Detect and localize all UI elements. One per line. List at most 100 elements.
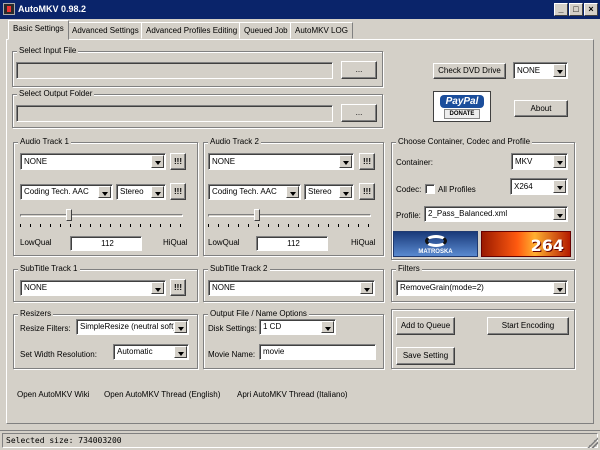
audio1-low-label: LowQual (20, 238, 52, 247)
subtitle1-select[interactable]: NONE (20, 280, 166, 296)
tab-advanced-profiles-editing[interactable]: Advanced Profiles Editing (141, 22, 243, 39)
audio2-slider-ticks (208, 224, 371, 227)
codec-select[interactable]: X264 (510, 178, 568, 195)
width-resolution-select[interactable]: Automatic (113, 344, 189, 360)
maximize-button[interactable]: □ (569, 3, 583, 16)
paypal-donate-button[interactable]: PayPal DONATE (433, 91, 491, 122)
tab-queued-job[interactable]: Queued Job (239, 22, 293, 39)
container-select[interactable]: MKV (511, 153, 568, 170)
movie-name-label: Movie Name: (208, 350, 256, 359)
audio2-track-options-button[interactable]: !!! (359, 153, 375, 170)
audio2-quality-slider-thumb[interactable] (253, 209, 260, 221)
dvd-drive-select[interactable]: NONE (513, 62, 568, 79)
close-button[interactable]: × (584, 3, 598, 16)
tab-automkv-log[interactable]: AutoMKV LOG (290, 22, 353, 39)
chevron-down-icon[interactable] (98, 186, 111, 198)
tab-basic-settings[interactable]: Basic Settings (8, 20, 69, 40)
dvd-drive-value: NONE (517, 66, 541, 75)
resizers-legend: Resizers (18, 309, 54, 319)
profile-select[interactable]: 2_Pass_Balanced.xml (424, 206, 568, 222)
audio-track-1-legend: Audio Track 1 (18, 137, 71, 147)
container-value: MKV (515, 157, 533, 166)
chevron-down-icon[interactable] (360, 282, 373, 294)
status-text: Selected size: 734003200 (2, 433, 598, 448)
chevron-down-icon[interactable] (553, 155, 566, 168)
open-thread-english-link[interactable]: Open AutoMKV Thread (English) (104, 390, 220, 399)
all-profiles-checkbox[interactable] (425, 184, 435, 194)
chevron-down-icon[interactable] (553, 208, 566, 220)
profile-value: 2_Pass_Balanced.xml (428, 209, 508, 218)
tab-advanced-settings[interactable]: Advanced Settings (67, 22, 144, 39)
chevron-down-icon[interactable] (151, 186, 164, 198)
subtitle1-options-button[interactable]: !!! (170, 279, 186, 296)
movie-name-input[interactable]: movie (259, 344, 376, 360)
width-resolution-label: Set Width Resolution: (20, 350, 97, 359)
minimize-button[interactable]: _ (554, 3, 568, 16)
audio2-high-label: HiQual (351, 238, 376, 247)
codec-label: Codec: (396, 185, 422, 194)
audio2-codec-options-button[interactable]: !!! (359, 183, 375, 200)
input-file-legend: Select Input File (17, 46, 79, 56)
audio1-track-value: NONE (24, 157, 48, 166)
audio2-track-select[interactable]: NONE (208, 153, 354, 170)
audio-track-2-legend: Audio Track 2 (208, 137, 261, 147)
resize-filter-select[interactable]: SimpleResize (neutral soft) (76, 319, 189, 335)
audio2-channels-select[interactable]: Stereo (304, 184, 354, 200)
disk-settings-label: Disk Settings: (208, 324, 257, 333)
filters-value: RemoveGrain(mode=2) (400, 283, 484, 292)
input-browse-button[interactable]: ... (341, 61, 377, 79)
output-browse-button[interactable]: ... (341, 104, 377, 122)
codec-value: X264 (514, 182, 533, 191)
start-encoding-button[interactable]: Start Encoding (487, 317, 569, 335)
app-icon (3, 3, 15, 15)
resize-filter-label: Resize Filters: (20, 324, 71, 333)
audio1-codec-value: Coding Tech. AAC (24, 187, 89, 196)
open-thread-italiano-link[interactable]: Apri AutoMKV Thread (Italiano) (237, 390, 348, 399)
output-folder-field[interactable] (16, 105, 333, 122)
audio1-channels-select[interactable]: Stereo (116, 184, 166, 200)
chevron-down-icon[interactable] (286, 186, 299, 198)
app-window: AutoMKV 0.98.2 _ □ × Basic Settings Adva… (0, 0, 600, 450)
chevron-down-icon[interactable] (553, 64, 566, 77)
audio2-quality-slider-track[interactable] (208, 214, 371, 217)
chevron-down-icon[interactable] (339, 186, 352, 198)
subtitle2-select[interactable]: NONE (208, 280, 375, 296)
resize-grip-icon[interactable] (587, 437, 598, 448)
audio2-codec-select[interactable]: Coding Tech. AAC (208, 184, 301, 200)
check-dvd-button[interactable]: Check DVD Drive (433, 63, 506, 79)
audio2-quality-input[interactable]: 112 (256, 236, 328, 251)
chevron-down-icon[interactable] (339, 155, 352, 168)
audio2-track-value: NONE (212, 157, 236, 166)
audio1-quality-input[interactable]: 112 (70, 236, 142, 251)
add-to-queue-button[interactable]: Add to Queue (396, 317, 455, 335)
chevron-down-icon[interactable] (151, 282, 164, 294)
save-setting-button[interactable]: Save Setting (396, 347, 455, 365)
filters-select[interactable]: RemoveGrain(mode=2) (396, 280, 568, 296)
about-button[interactable]: About (514, 100, 568, 117)
chevron-down-icon[interactable] (151, 155, 164, 168)
subtitle-track-1-legend: SubTitle Track 1 (18, 264, 80, 274)
all-profiles-label: All Profiles (438, 185, 476, 194)
audio1-channels-value: Stereo (120, 187, 144, 196)
input-file-field[interactable] (16, 62, 333, 79)
chevron-down-icon[interactable] (174, 321, 187, 333)
audio1-quality-slider-thumb[interactable] (65, 209, 72, 221)
audio1-track-select[interactable]: NONE (20, 153, 166, 170)
audio1-track-options-button[interactable]: !!! (170, 153, 186, 170)
window-title: AutoMKV 0.98.2 (18, 4, 87, 14)
audio1-codec-select[interactable]: Coding Tech. AAC (20, 184, 113, 200)
disk-settings-select[interactable]: 1 CD (259, 319, 336, 335)
chevron-down-icon[interactable] (321, 321, 334, 333)
title-bar: AutoMKV 0.98.2 _ □ × (0, 0, 600, 19)
audio1-codec-options-button[interactable]: !!! (170, 183, 186, 200)
chevron-down-icon[interactable] (553, 282, 566, 294)
chevron-down-icon[interactable] (174, 346, 187, 358)
audio1-high-label: HiQual (163, 238, 188, 247)
open-wiki-link[interactable]: Open AutoMKV Wiki (17, 390, 89, 399)
chevron-down-icon[interactable] (553, 180, 566, 193)
profile-legend: Choose Container, Codec and Profile (396, 137, 533, 147)
donate-label: DONATE (444, 109, 480, 119)
audio2-channels-value: Stereo (308, 187, 332, 196)
audio1-quality-slider-track[interactable] (20, 214, 183, 217)
audio2-codec-value: Coding Tech. AAC (212, 187, 277, 196)
